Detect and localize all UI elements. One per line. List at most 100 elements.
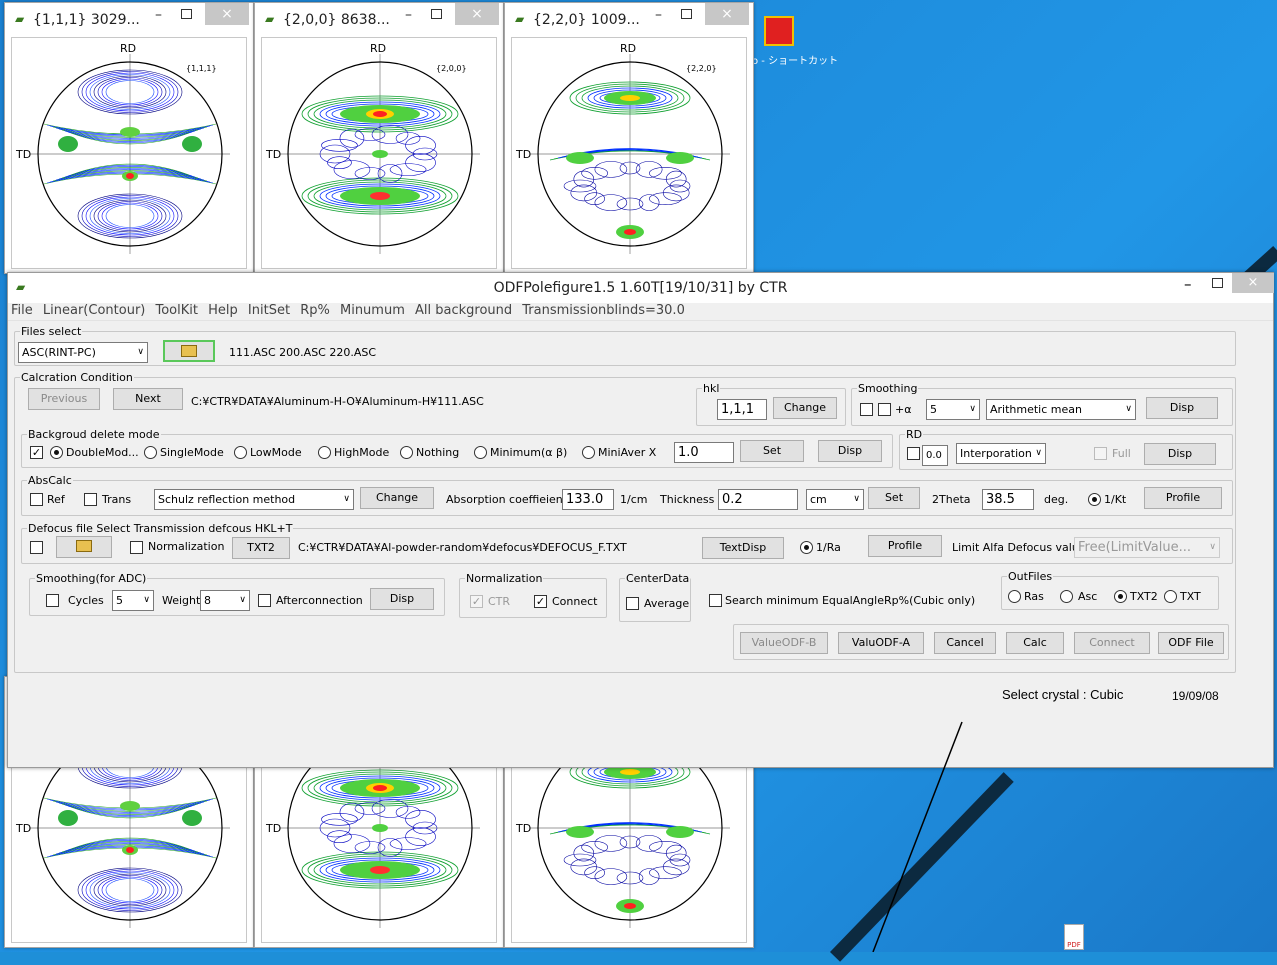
smoothing-group: Smoothing +α 5 ∨ Arithmetic mean ∨ Disp [851,382,1233,426]
maximize-button[interactable] [681,9,692,19]
radio-highmode[interactable] [318,446,331,459]
valuodf-a-button[interactable]: ValuODF-A [838,632,924,654]
close-button[interactable]: × [205,3,249,25]
radio-asc[interactable] [1060,590,1073,603]
abs-profile-button[interactable]: Profile [1144,487,1222,509]
radio-ra[interactable] [800,541,813,554]
abs-change-button[interactable]: Change [360,487,434,509]
abs-coef-input[interactable]: 133.0 [562,489,614,510]
abs-coef-label: Absorption coeffieien [446,493,563,506]
radio-miniaver[interactable] [582,446,595,459]
background-disp-button[interactable]: Disp [818,440,882,462]
average-checkbox[interactable] [626,597,639,610]
close-button[interactable]: × [455,3,499,25]
open-folder-button[interactable] [163,340,215,362]
smoothing-count-select[interactable]: 5 ∨ [926,399,980,420]
radio-txt2[interactable] [1114,590,1127,603]
radio-lowmode[interactable] [234,446,247,459]
connect-button[interactable]: Connect [1074,632,1150,654]
rd-checkbox[interactable] [907,447,920,460]
abs-set-button[interactable]: Set [868,487,920,509]
odf-file-button[interactable]: ODF File [1158,632,1224,654]
thickness-unit-select[interactable]: cm ∨ [806,489,864,510]
pdf-icon[interactable]: PDF [1064,924,1084,950]
polefigure-titlebar[interactable]: ▰ {2,0,0} 8638... – × [255,3,503,37]
hkl-label: {2,0,0} [436,64,467,73]
defocus-checkbox[interactable] [30,541,43,554]
background-value-input[interactable]: 1.0 [674,442,734,463]
menu-file[interactable]: File [11,303,33,318]
smoothing-method-select[interactable]: Arithmetic mean ∨ [986,399,1136,420]
polefigure-titlebar[interactable]: ▰ {1,1,1} 3029... – × [5,3,253,37]
weight-label: Weight [162,594,201,607]
search-min-checkbox[interactable] [709,594,722,607]
ctr-checkbox[interactable]: ✓ [470,595,483,608]
maximize-button[interactable] [431,9,442,19]
radio-ras[interactable] [1008,590,1021,603]
cycles-checkbox[interactable] [46,594,59,607]
hkl-input[interactable]: 1,1,1 [717,399,767,420]
defocus-folder-button[interactable] [56,536,112,558]
alpha-checkbox[interactable] [878,403,891,416]
minimize-button[interactable]: – [1184,275,1192,293]
menu-help[interactable]: Help [208,303,238,318]
rd-value-input[interactable]: 0.0 [922,445,948,466]
radio-minimum[interactable] [474,446,487,459]
menu-all-background[interactable]: All background [415,303,512,318]
full-label: Full [1112,447,1131,460]
menu-linear-contour[interactable]: Linear(Contour) [43,303,145,318]
polefigure-titlebar[interactable]: ▰ {2,2,0} 1009... – × [505,3,753,37]
menu-initset[interactable]: InitSet [248,303,290,318]
previous-button[interactable]: Previous [28,388,100,410]
thickness-input[interactable]: 0.2 [718,489,798,510]
txt2-button[interactable]: TXT2 [232,537,290,559]
maximize-button[interactable] [181,9,192,19]
radio-doublemode[interactable] [50,446,63,459]
full-checkbox[interactable] [1094,447,1107,460]
radio-txt[interactable] [1164,590,1177,603]
background-set-button[interactable]: Set [740,440,804,462]
polefigure-canvas: RD TD {1,1,1} [11,37,247,269]
radio-nothing[interactable] [400,446,413,459]
format-select[interactable]: ASC(RINT-PC) ∨ [18,342,148,363]
trans-checkbox[interactable] [84,493,97,506]
connect-checkbox[interactable]: ✓ [534,595,547,608]
cancel-button[interactable]: Cancel [934,632,996,654]
rd-disp-button[interactable]: Disp [1144,443,1216,465]
limit-alfa-select[interactable]: Free(LimitValue... ∨ [1074,537,1220,558]
hkl-change-button[interactable]: Change [773,397,837,419]
close-button[interactable]: × [1232,273,1274,293]
ref-checkbox[interactable] [30,493,43,506]
radio-kt[interactable] [1088,493,1101,506]
valueodf-b-button[interactable]: ValueODF-B [740,632,828,654]
interpolation-select[interactable]: Interporation ∨ [956,443,1046,464]
normalization-checkbox[interactable] [130,541,143,554]
smoothing-disp-button[interactable]: Disp [1146,397,1218,419]
menu-rp[interactable]: Rp% [300,303,330,318]
weight-select[interactable]: 8 ∨ [200,590,250,611]
smoothing-checkbox[interactable] [860,403,873,416]
adc-disp-button[interactable]: Disp [370,588,434,610]
next-button[interactable]: Next [113,388,183,410]
cycles-select[interactable]: 5 ∨ [112,590,154,611]
calc-button[interactable]: Calc [1006,632,1064,654]
menu-toolkit[interactable]: ToolKit [156,303,199,318]
background-checkbox[interactable]: ✓ [30,446,43,459]
defocus-profile-button[interactable]: Profile [868,535,942,557]
textdisp-button[interactable]: TextDisp [702,537,784,559]
radio-singlemode[interactable] [144,446,157,459]
desktop-shortcut-label[interactable]: o - ショートカット [752,52,838,67]
main-titlebar[interactable]: ▰ ODFPolefigure1.5 1.60T[19/10/31] by CT… [8,273,1274,303]
maximize-button[interactable] [1212,278,1223,288]
close-button[interactable]: × [705,3,749,25]
rd-label: RD [120,42,137,55]
menu-transmissionblinds[interactable]: Transmissionblinds=30.0 [522,303,685,318]
desktop-shortcut-icon[interactable] [764,16,794,46]
abs-method-select[interactable]: Schulz reflection method ∨ [154,489,354,510]
minimize-button[interactable]: – [655,7,662,23]
afterconnection-checkbox[interactable] [258,594,271,607]
menu-minumum[interactable]: Minumum [340,303,405,318]
minimize-button[interactable]: – [155,7,162,23]
two-theta-input[interactable]: 38.5 [982,489,1034,510]
minimize-button[interactable]: – [405,7,412,23]
